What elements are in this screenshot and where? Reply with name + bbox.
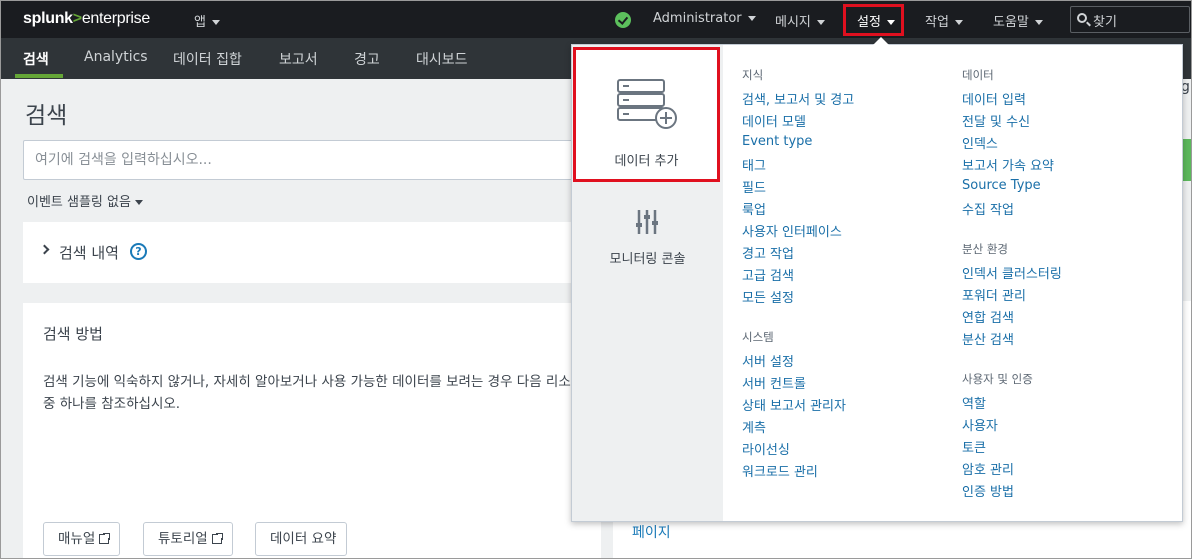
settings-menu-label: 설정	[857, 15, 881, 30]
menu-item-users[interactable]: 사용자	[962, 415, 998, 434]
page-link[interactable]: 페이지	[632, 522, 671, 542]
splunk-window: splunk>enterprise 앱 Administrator 메시지 설정…	[0, 0, 1192, 559]
menu-item-alert-actions[interactable]: 경고 작업	[742, 243, 794, 262]
menu-item-fields[interactable]: 필드	[742, 177, 766, 196]
menu-item-data-inputs[interactable]: 데이터 입력	[962, 89, 1026, 108]
users-auth-heading: 사용자 및 인증	[962, 372, 1033, 386]
chevron-down-icon	[134, 200, 143, 205]
menu-item-forwarder-management[interactable]: 포워더 관리	[962, 285, 1026, 304]
tab-search[interactable]: 검색	[23, 49, 49, 69]
user-menu-label: Administrator	[653, 11, 742, 26]
messages-menu[interactable]: 메시지	[775, 11, 825, 30]
menu-item-report-acceleration-summaries[interactable]: 보고서 가속 요약	[962, 155, 1054, 174]
menu-item-searches-reports-alerts[interactable]: 검색, 보고서 및 경고	[742, 89, 854, 108]
find-label: 찾기	[1093, 15, 1117, 30]
menu-item-ingest-actions[interactable]: 수집 작업	[962, 199, 1014, 218]
find-input[interactable]: 찾기	[1070, 6, 1190, 33]
tab-alerts[interactable]: 경고	[354, 49, 380, 69]
menu-item-user-interface[interactable]: 사용자 인터페이스	[742, 221, 842, 240]
messages-menu-label: 메시지	[775, 15, 811, 30]
menu-item-instrumentation[interactable]: 계측	[742, 417, 766, 436]
menu-item-all-configurations[interactable]: 모든 설정	[742, 287, 794, 306]
data-summary-button-label: 데이터 요약	[270, 531, 337, 547]
add-data-icon	[617, 79, 677, 129]
how-to-search-description: 검색 기능에 익숙하지 않거나, 자세히 알아보거나 사용 가능한 데이터를 보…	[43, 374, 584, 412]
menu-item-forwarding-receiving[interactable]: 전달 및 수신	[962, 111, 1030, 130]
menu-item-workload-management[interactable]: 워크로드 관리	[742, 461, 818, 480]
menu-item-indexer-clustering[interactable]: 인덱서 클러스터링	[962, 263, 1062, 282]
menu-item-password-management[interactable]: 암호 관리	[962, 459, 1014, 478]
apps-menu[interactable]: 앱	[194, 11, 220, 30]
menu-item-authentication-methods[interactable]: 인증 방법	[962, 481, 1014, 500]
sliders-icon[interactable]	[635, 208, 659, 236]
settings-quick-actions: 데이터 추가 모니터링 콘솔	[572, 45, 723, 521]
menu-item-server-controls[interactable]: 서버 컨트롤	[742, 373, 806, 392]
search-input[interactable]	[24, 141, 622, 179]
distributed-heading: 분산 환경	[962, 242, 1008, 256]
settings-dropdown-menu: 데이터 추가 모니터링 콘솔 지식 검색, 보고서 및 경고 데이터 모델 Ev…	[571, 44, 1183, 522]
chevron-down-icon	[747, 16, 756, 21]
menu-item-indexes[interactable]: 인덱스	[962, 133, 998, 152]
help-icon[interactable]: ?	[130, 243, 147, 260]
tutorial-button-label: 튜토리얼	[158, 531, 208, 547]
dropdown-pointer	[873, 37, 889, 45]
menu-item-event-types[interactable]: Event type	[742, 134, 812, 149]
menu-item-advanced-search[interactable]: 고급 검색	[742, 265, 794, 284]
help-menu[interactable]: 도움말	[993, 11, 1043, 30]
apps-menu-label: 앱	[194, 15, 206, 30]
event-sampling-dropdown[interactable]: 이벤트 샘플링 없음	[27, 191, 143, 210]
add-data-label: 데이터 추가	[614, 154, 679, 169]
menu-item-roles[interactable]: 역할	[962, 393, 986, 412]
data-heading: 데이터	[962, 68, 994, 82]
tab-reports[interactable]: 보고서	[279, 49, 318, 69]
chevron-down-icon	[1034, 20, 1043, 25]
menu-item-health-report-manager[interactable]: 상태 보고서 관리자	[742, 395, 846, 414]
external-link-icon	[211, 532, 224, 544]
menu-item-federated-search[interactable]: 연합 검색	[962, 307, 1014, 326]
menu-item-data-models[interactable]: 데이터 모델	[742, 111, 806, 130]
splunk-logo[interactable]: splunk>enterprise	[23, 10, 150, 28]
search-history-panel: 검색 내역 ?	[23, 222, 601, 283]
menu-item-server-settings[interactable]: 서버 설정	[742, 351, 794, 370]
chevron-down-icon	[211, 20, 220, 25]
tab-dashboards[interactable]: 대시보드	[416, 49, 468, 69]
search-history-toggle[interactable]: 검색 내역	[59, 242, 119, 263]
monitoring-console-link[interactable]: 모니터링 콘솔	[572, 248, 723, 267]
top-navigation-bar: splunk>enterprise 앱 Administrator 메시지 설정…	[1, 1, 1191, 38]
tab-datasets[interactable]: 데이터 집합	[173, 49, 242, 69]
settings-menu[interactable]: 설정	[857, 11, 895, 30]
menu-item-tags[interactable]: 태그	[742, 155, 766, 174]
chevron-down-icon	[886, 20, 895, 25]
data-summary-button[interactable]: 데이터 요약	[255, 522, 348, 556]
system-heading: 시스템	[742, 330, 774, 344]
user-menu[interactable]: Administrator	[653, 11, 756, 26]
activity-menu[interactable]: 작업	[925, 11, 963, 30]
how-to-search-title: 검색 방법	[43, 325, 103, 343]
how-to-search-panel: 검색 방법 검색 기능에 익숙하지 않거나, 자세히 알아보거나 사용 가능한 …	[23, 303, 601, 558]
search-bar[interactable]	[23, 140, 623, 180]
knowledge-heading: 지식	[742, 68, 764, 82]
active-tab-indicator	[15, 74, 63, 78]
search-icon	[1077, 13, 1087, 23]
page-title: 검색	[25, 103, 68, 129]
tutorial-button[interactable]: 튜토리얼	[143, 522, 233, 556]
external-link-icon	[99, 532, 112, 544]
chevron-down-icon	[816, 20, 825, 25]
menu-item-tokens[interactable]: 토큰	[962, 437, 986, 456]
chevron-right-icon[interactable]	[39, 244, 50, 255]
menu-item-licensing[interactable]: 라이선싱	[742, 439, 790, 458]
menu-item-distributed-search[interactable]: 분산 검색	[962, 329, 1014, 348]
manual-button-label: 매뉴얼	[58, 531, 96, 547]
menu-item-lookups[interactable]: 룩업	[742, 199, 766, 218]
chevron-down-icon	[954, 20, 963, 25]
health-status-ok-icon[interactable]	[615, 12, 631, 28]
add-data-tile[interactable]: 데이터 추가	[573, 47, 720, 182]
manual-button[interactable]: 매뉴얼	[43, 522, 121, 556]
tab-analytics[interactable]: Analytics	[84, 49, 148, 65]
event-sampling-label: 이벤트 샘플링 없음	[27, 195, 131, 210]
menu-item-source-types[interactable]: Source Type	[962, 178, 1041, 193]
activity-menu-label: 작업	[925, 15, 949, 30]
help-menu-label: 도움말	[993, 15, 1029, 30]
